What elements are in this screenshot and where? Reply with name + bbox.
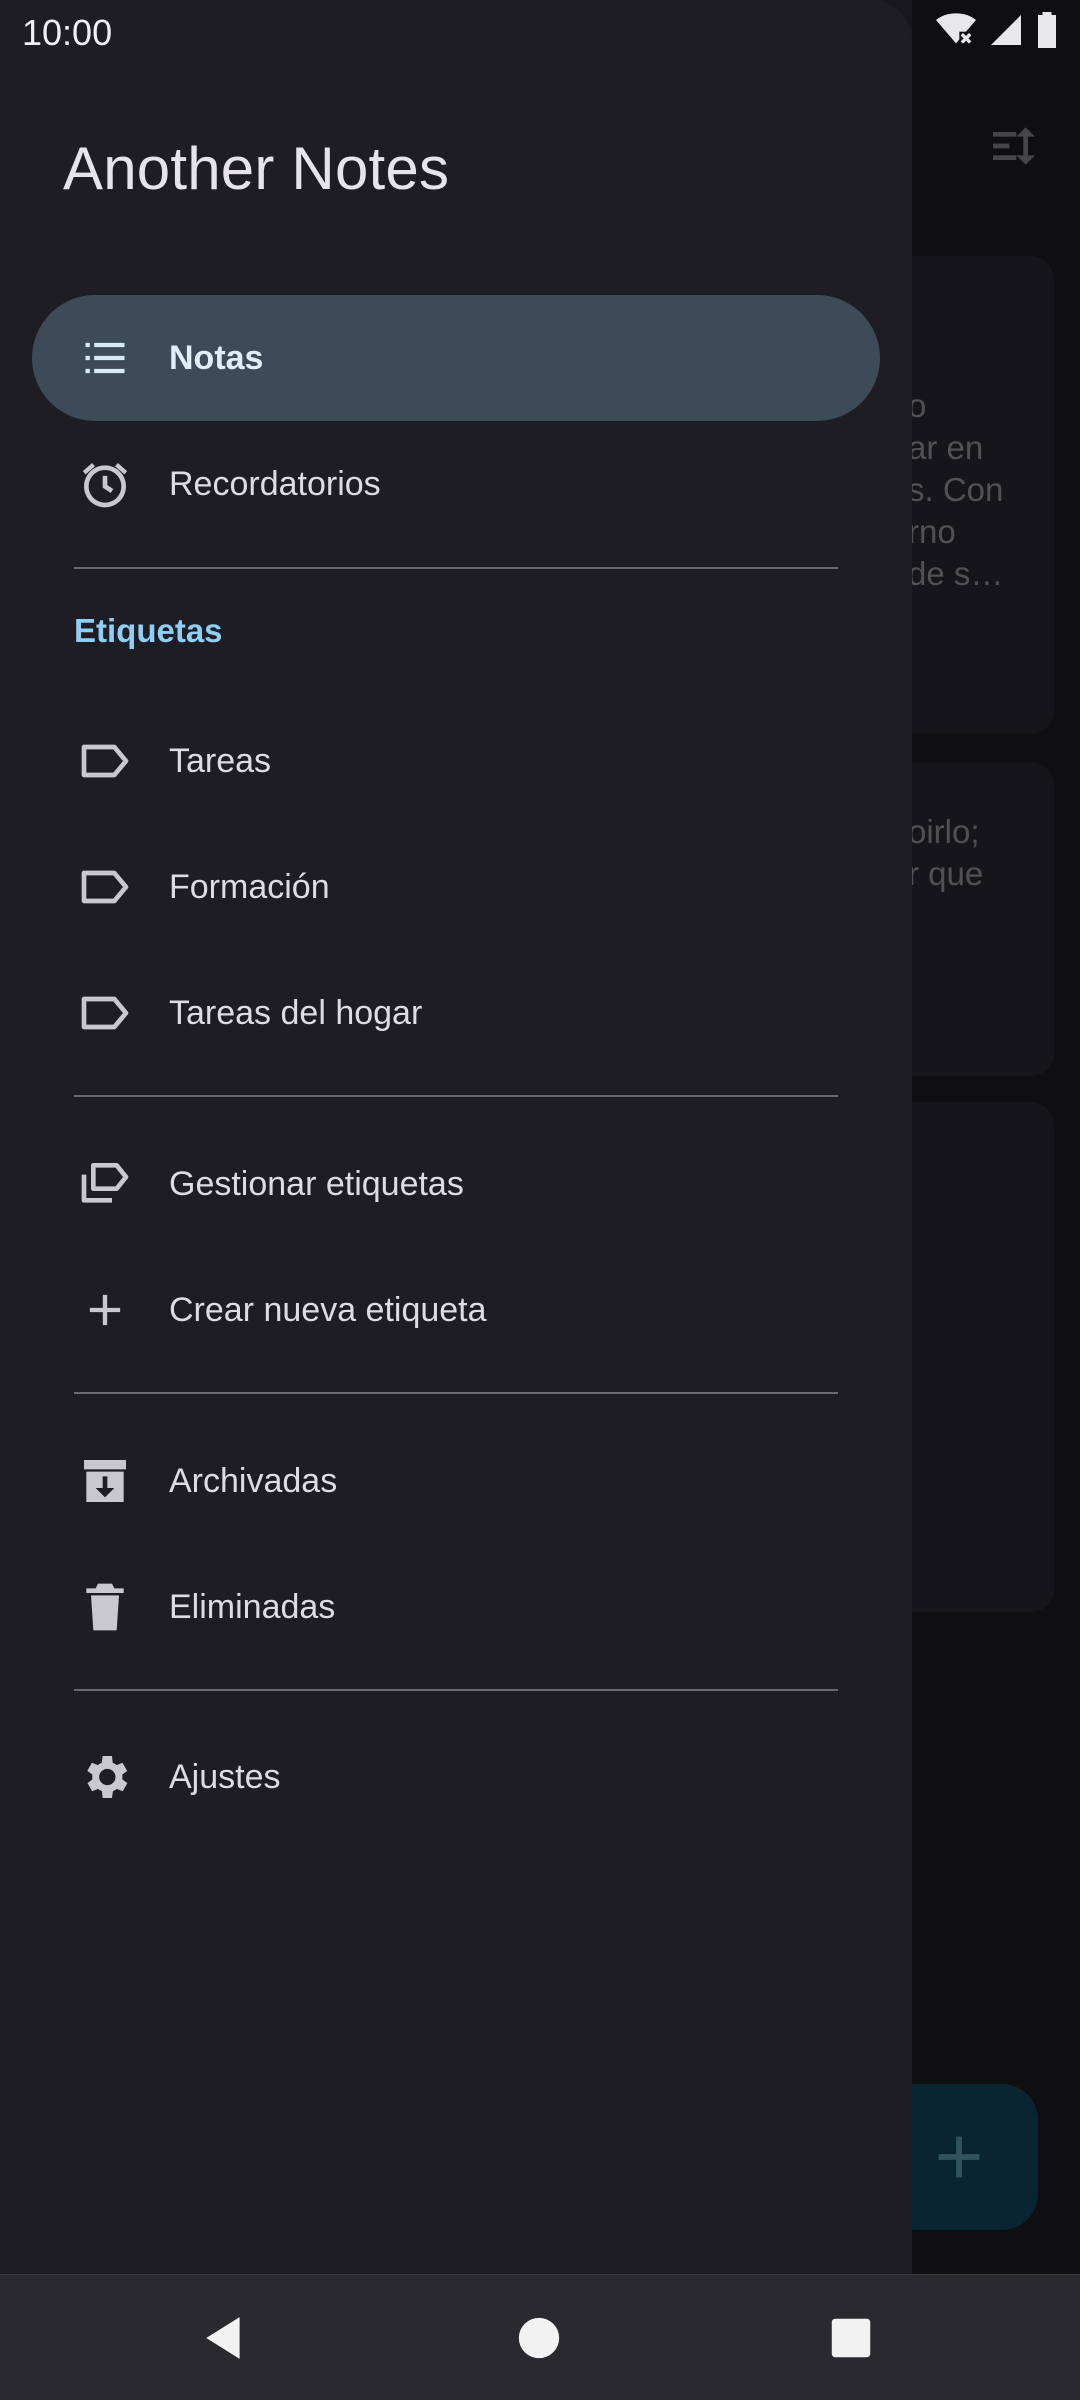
divider bbox=[74, 1392, 838, 1394]
drawer-item-label-tareas[interactable]: Tareas bbox=[32, 698, 880, 824]
home-button[interactable] bbox=[502, 2301, 576, 2375]
drawer-item-label: Eliminadas bbox=[169, 1587, 336, 1626]
divider bbox=[74, 567, 838, 569]
navigation-drawer: Another Notes Notas Recordatorios Etique… bbox=[0, 0, 912, 2274]
battery-icon bbox=[1036, 12, 1058, 53]
archive-icon bbox=[76, 1452, 134, 1510]
signal-icon bbox=[988, 12, 1024, 53]
drawer-item-notas[interactable]: Notas bbox=[32, 295, 880, 421]
alarm-icon bbox=[76, 455, 134, 513]
drawer-item-label-formacion[interactable]: Formación bbox=[32, 824, 880, 950]
wifi-off-icon bbox=[936, 12, 976, 53]
recents-icon bbox=[831, 2318, 871, 2358]
drawer-item-label: Recordatorios bbox=[169, 464, 381, 503]
drawer-item-label-tareas-del-hogar[interactable]: Tareas del hogar bbox=[32, 950, 880, 1076]
divider bbox=[74, 1095, 838, 1097]
drawer-item-label: Formación bbox=[169, 867, 330, 906]
drawer-item-label: Crear nueva etiqueta bbox=[169, 1290, 487, 1329]
label-icon bbox=[76, 858, 134, 916]
back-button[interactable] bbox=[188, 2301, 262, 2375]
drawer-item-manage-labels[interactable]: Gestionar etiquetas bbox=[32, 1121, 880, 1247]
list-icon bbox=[76, 329, 134, 387]
labels-section-header: Etiquetas bbox=[74, 612, 223, 649]
drawer-item-label: Tareas bbox=[169, 741, 272, 780]
manage-labels-icon bbox=[76, 1155, 134, 1213]
drawer-item-recordatorios[interactable]: Recordatorios bbox=[32, 421, 880, 547]
drawer-item-eliminadas[interactable]: Eliminadas bbox=[32, 1544, 880, 1670]
recents-button[interactable] bbox=[814, 2301, 888, 2375]
gear-icon bbox=[76, 1748, 134, 1806]
plus-icon bbox=[76, 1281, 134, 1339]
back-icon bbox=[206, 2317, 240, 2359]
drawer-item-label: Archivadas bbox=[169, 1461, 338, 1500]
drawer-item-label: Tareas del hogar bbox=[169, 993, 423, 1032]
label-icon bbox=[76, 732, 134, 790]
drawer-item-label: Gestionar etiquetas bbox=[169, 1164, 464, 1203]
drawer-title: Another Notes bbox=[63, 135, 450, 202]
drawer-item-create-label[interactable]: Crear nueva etiqueta bbox=[32, 1247, 880, 1373]
status-bar: 10:00 bbox=[0, 0, 1080, 60]
system-navigation-bar bbox=[0, 2274, 1080, 2400]
drawer-item-ajustes[interactable]: Ajustes bbox=[32, 1714, 880, 1840]
trash-icon bbox=[76, 1578, 134, 1636]
drawer-item-label: Ajustes bbox=[169, 1757, 281, 1796]
drawer-item-archivadas[interactable]: Archivadas bbox=[32, 1418, 880, 1544]
label-icon bbox=[76, 984, 134, 1042]
drawer-scrim[interactable] bbox=[912, 0, 1080, 2274]
drawer-item-label: Notas bbox=[169, 338, 264, 377]
home-icon bbox=[518, 2317, 560, 2359]
status-time: 10:00 bbox=[22, 12, 113, 53]
divider bbox=[74, 1689, 838, 1691]
status-icons bbox=[936, 12, 1058, 53]
